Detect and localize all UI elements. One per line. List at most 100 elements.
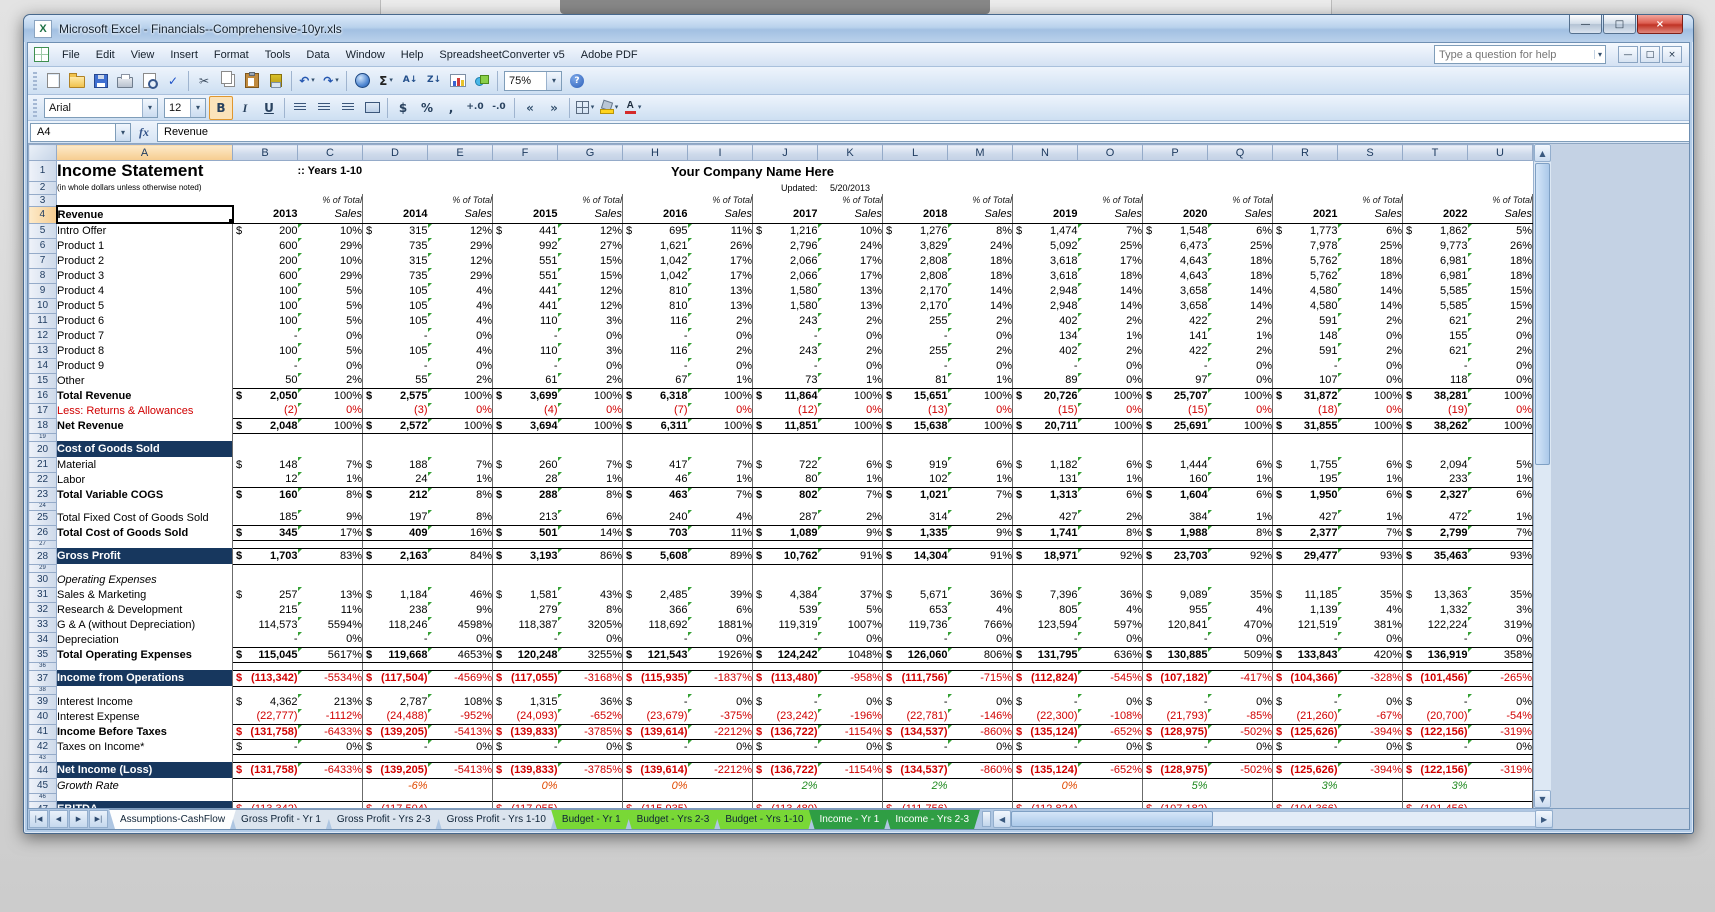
row-header-10[interactable]: 10 — [29, 298, 57, 313]
cell-F5[interactable]: $441 — [493, 223, 558, 238]
cell-U3[interactable]: % of Total — [1468, 194, 1533, 206]
column-header-B[interactable]: B — [233, 145, 298, 161]
cell-R5[interactable]: $1,773 — [1273, 223, 1338, 238]
cell-B31[interactable]: $257 — [233, 587, 298, 602]
cell-F40[interactable]: (24,093) — [493, 709, 558, 724]
cell-A8[interactable]: Product 3 — [57, 268, 233, 283]
cell-D47[interactable]: $(117,504) — [363, 801, 428, 808]
cell-H12[interactable]: - — [623, 328, 688, 343]
cell-S32[interactable]: 4% — [1338, 602, 1403, 617]
cell-G29[interactable] — [558, 564, 623, 572]
cell-D11[interactable]: 105 — [363, 313, 428, 328]
paste-button[interactable] — [240, 69, 264, 93]
cell-B33[interactable]: 114,573 — [233, 617, 298, 632]
cell-A14[interactable]: Product 9 — [57, 358, 233, 373]
cell-R14[interactable]: - — [1273, 358, 1338, 373]
cell-N7[interactable]: 3,618 — [1013, 253, 1078, 268]
cell-H40[interactable]: (23,679) — [623, 709, 688, 724]
cell-Q1[interactable] — [1208, 161, 1273, 182]
cell-E20[interactable] — [428, 441, 493, 457]
cell-D15[interactable]: 55 — [363, 373, 428, 388]
cell-T33[interactable]: 122,224 — [1403, 617, 1468, 632]
cell-E25[interactable]: 8% — [428, 510, 493, 525]
cell-F21[interactable]: $260 — [493, 457, 558, 472]
formula-input[interactable]: Revenue — [157, 123, 1689, 142]
cell-D22[interactable]: 24 — [363, 472, 428, 487]
cell-A7[interactable]: Product 2 — [57, 253, 233, 268]
cell-M7[interactable]: 18% — [948, 253, 1013, 268]
cell-C12[interactable]: 0% — [298, 328, 363, 343]
cell-B37[interactable]: $(113,342) — [233, 670, 298, 686]
column-header-M[interactable]: M — [948, 145, 1013, 161]
cell-L33[interactable]: 119,736 — [883, 617, 948, 632]
cell-H19[interactable] — [623, 433, 688, 441]
cell-M10[interactable]: 14% — [948, 298, 1013, 313]
cell-O22[interactable]: 1% — [1078, 472, 1143, 487]
cell-L26[interactable]: $1,335 — [883, 525, 948, 540]
cell-N42[interactable]: $- — [1013, 739, 1078, 754]
cell-I16[interactable]: 100% — [688, 388, 753, 403]
cell-K4[interactable]: Sales — [818, 206, 883, 223]
cell-D14[interactable]: - — [363, 358, 428, 373]
cell-B45[interactable] — [233, 778, 298, 793]
cell-R42[interactable]: $- — [1273, 739, 1338, 754]
cell-I28[interactable]: 89% — [688, 548, 753, 564]
cell-E19[interactable] — [428, 433, 493, 441]
cell-E26[interactable]: 16% — [428, 525, 493, 540]
cell-P19[interactable] — [1143, 433, 1208, 441]
sheet-tab-assumptions-cashflow[interactable]: Assumptions-CashFlow — [109, 809, 236, 829]
cell-E8[interactable]: 29% — [428, 268, 493, 283]
row-header-36[interactable]: 36 — [29, 662, 57, 670]
cell-U10[interactable]: 15% — [1468, 298, 1533, 313]
cell-H36[interactable] — [623, 662, 688, 670]
cell-H20[interactable] — [623, 441, 688, 457]
toolbar-grip[interactable] — [33, 72, 37, 90]
cell-H1[interactable]: Your Company Name Here — [623, 161, 883, 182]
cell-H15[interactable]: 67 — [623, 373, 688, 388]
vertical-scrollbar[interactable]: ▲ ▼ — [1533, 144, 1551, 808]
cell-G36[interactable] — [558, 662, 623, 670]
cell-R24[interactable] — [1273, 502, 1338, 510]
cell-N41[interactable]: $(135,124) — [1013, 724, 1078, 739]
cell-F44[interactable]: $(139,833) — [493, 762, 558, 778]
cell-J13[interactable]: 243 — [753, 343, 818, 358]
cell-N46[interactable] — [1013, 793, 1078, 801]
cell-N44[interactable]: $(135,124) — [1013, 762, 1078, 778]
cell-T14[interactable]: - — [1403, 358, 1468, 373]
cell-U32[interactable]: 3% — [1468, 602, 1533, 617]
column-header-P[interactable]: P — [1143, 145, 1208, 161]
cell-E17[interactable]: 0% — [428, 403, 493, 418]
cell-T36[interactable] — [1403, 662, 1468, 670]
cell-A47[interactable]: EBITDA — [57, 801, 233, 808]
cell-D35[interactable]: $119,668 — [363, 647, 428, 662]
row-header-46[interactable]: 46 — [29, 793, 57, 801]
cell-U36[interactable] — [1468, 662, 1533, 670]
cell-A41[interactable]: Income Before Taxes — [57, 724, 233, 739]
cell-M25[interactable]: 2% — [948, 510, 1013, 525]
cell-G42[interactable]: 0% — [558, 739, 623, 754]
cell-J34[interactable]: - — [753, 632, 818, 647]
cell-P24[interactable] — [1143, 502, 1208, 510]
cell-D33[interactable]: 118,246 — [363, 617, 428, 632]
cell-J40[interactable]: (23,242) — [753, 709, 818, 724]
cell-E33[interactable]: 4598% — [428, 617, 493, 632]
cell-S3[interactable]: % of Total — [1338, 194, 1403, 206]
cell-E3[interactable]: % of Total — [428, 194, 493, 206]
borders-dropdown-arrow[interactable]: ▾ — [591, 104, 595, 111]
sheet-tab-budget-yrs-2-3[interactable]: Budget - Yrs 2-3 — [626, 809, 721, 829]
cell-A2[interactable]: (in whole dollars unless otherwise noted… — [57, 181, 233, 194]
cell-R3[interactable] — [1273, 194, 1338, 206]
cell-Q15[interactable]: 0% — [1208, 373, 1273, 388]
cell-T40[interactable]: (20,700) — [1403, 709, 1468, 724]
cell-A13[interactable]: Product 8 — [57, 343, 233, 358]
sheet-nav-next-button[interactable]: ▶ — [69, 810, 88, 828]
cell-J38[interactable] — [753, 686, 818, 694]
cell-N4[interactable]: 2019 — [1013, 206, 1078, 223]
cell-E1[interactable] — [428, 161, 493, 182]
cell-L31[interactable]: $5,671 — [883, 587, 948, 602]
font-name-combobox[interactable]: Arial ▾ — [44, 98, 158, 118]
cell-H47[interactable]: $(115,935) — [623, 801, 688, 808]
cell-R47[interactable]: $(104,366) — [1273, 801, 1338, 808]
cell-H39[interactable]: $- — [623, 694, 688, 709]
cell-C46[interactable] — [298, 793, 363, 801]
